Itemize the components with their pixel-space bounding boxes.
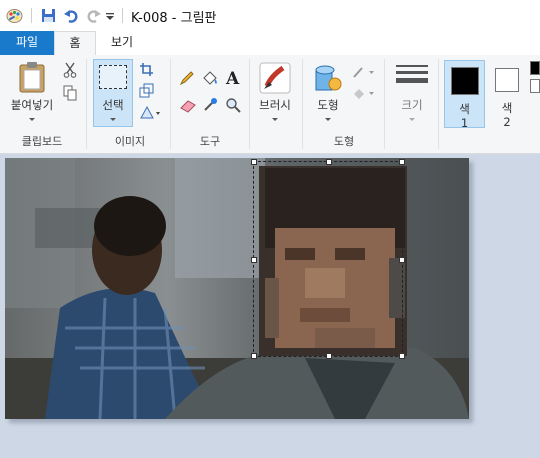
- magnifier-icon[interactable]: [225, 97, 241, 113]
- paste-dropdown-icon: [29, 118, 35, 121]
- color2-swatch: [495, 68, 519, 92]
- selection-handle-tr[interactable]: [399, 159, 405, 165]
- select-button[interactable]: 선택: [93, 59, 133, 127]
- eraser-icon[interactable]: [179, 99, 197, 113]
- paste-label: 붙여넣기: [10, 98, 54, 112]
- size-label: 크기: [401, 98, 423, 112]
- group-separator: [170, 59, 171, 149]
- copy-icon[interactable]: [63, 85, 77, 101]
- redo-icon[interactable]: [85, 7, 102, 24]
- color1-label-line2: 1: [460, 116, 469, 130]
- fill-icon[interactable]: [201, 70, 219, 86]
- group-separator: [438, 59, 439, 149]
- select-label: 선택: [102, 98, 124, 112]
- color1-button[interactable]: 색 1: [444, 60, 485, 130]
- group-separator: [86, 59, 87, 149]
- shapes-label: 도형: [317, 98, 339, 112]
- size-dropdown-icon: [409, 118, 415, 121]
- pencil-icon[interactable]: [179, 70, 195, 86]
- undo-icon[interactable]: [63, 7, 80, 24]
- size-line-thick: [396, 78, 428, 83]
- tab-home[interactable]: 홈: [54, 31, 96, 56]
- clipboard-group-label: 클립보드: [21, 135, 63, 148]
- title-separator: [31, 8, 32, 23]
- color2-label-line2: 2: [503, 115, 511, 129]
- size-line-thin: [396, 65, 428, 67]
- selection-handle-top[interactable]: [326, 159, 332, 165]
- image-group-label: 이미지: [114, 135, 146, 148]
- title-separator-2: [122, 8, 123, 23]
- selection-handle-left[interactable]: [251, 257, 257, 263]
- selection-handle-bl[interactable]: [251, 353, 257, 359]
- selection-handle-br[interactable]: [399, 353, 405, 359]
- shapes-dropdown-icon: [325, 118, 331, 121]
- palette-color-black[interactable]: [530, 61, 540, 75]
- group-separator: [249, 59, 250, 149]
- save-icon[interactable]: [40, 7, 57, 24]
- selection-handle-bottom[interactable]: [326, 353, 332, 359]
- ribbon: 붙여넣기 클립보드 선택 이미지 A 도구 브러시 도형 도형 크기 색 1 색…: [0, 55, 540, 154]
- group-separator: [384, 59, 385, 149]
- tab-view[interactable]: 보기: [100, 31, 144, 55]
- paint-app-icon: [6, 9, 23, 23]
- select-icon: [99, 65, 127, 89]
- canvas-workspace: [0, 154, 540, 458]
- brushes-label: 브러시: [259, 98, 291, 112]
- selection-handle-right[interactable]: [399, 257, 405, 263]
- color1-swatch: [451, 67, 479, 95]
- group-separator: [302, 59, 303, 149]
- brush-icon: [259, 62, 291, 94]
- size-line-medium: [396, 71, 428, 74]
- title-bar: K-008 - 그림판: [0, 0, 540, 31]
- fill-style-icon[interactable]: [352, 86, 376, 100]
- color2-label-line1: 색: [501, 101, 513, 115]
- svg-text:A: A: [225, 69, 240, 86]
- color-picker-icon[interactable]: [202, 97, 218, 113]
- brushes-dropdown-icon: [272, 118, 278, 121]
- rotate-icon[interactable]: [139, 105, 161, 120]
- window-title: K-008 - 그림판: [131, 11, 217, 26]
- shapes-group-label: 도형: [333, 135, 355, 148]
- text-icon[interactable]: A: [224, 68, 242, 86]
- ribbon-tabs: 파일 홈 보기: [0, 31, 540, 56]
- color1-label-line1: 색: [459, 102, 470, 116]
- resize-icon[interactable]: [139, 83, 154, 98]
- crop-icon[interactable]: [139, 62, 154, 77]
- selection-handle-tl[interactable]: [251, 159, 257, 165]
- select-dropdown-icon: [110, 118, 116, 121]
- outline-icon[interactable]: [352, 65, 376, 79]
- cut-icon[interactable]: [63, 62, 77, 78]
- tools-group-label: 도구: [199, 135, 221, 148]
- selection-rectangle[interactable]: [251, 159, 405, 359]
- shapes-icon: [315, 65, 342, 91]
- customize-quick-access-icon[interactable]: [105, 7, 115, 24]
- tab-file[interactable]: 파일: [0, 31, 54, 55]
- palette-color-white[interactable]: [530, 79, 540, 93]
- paste-icon: [19, 62, 45, 93]
